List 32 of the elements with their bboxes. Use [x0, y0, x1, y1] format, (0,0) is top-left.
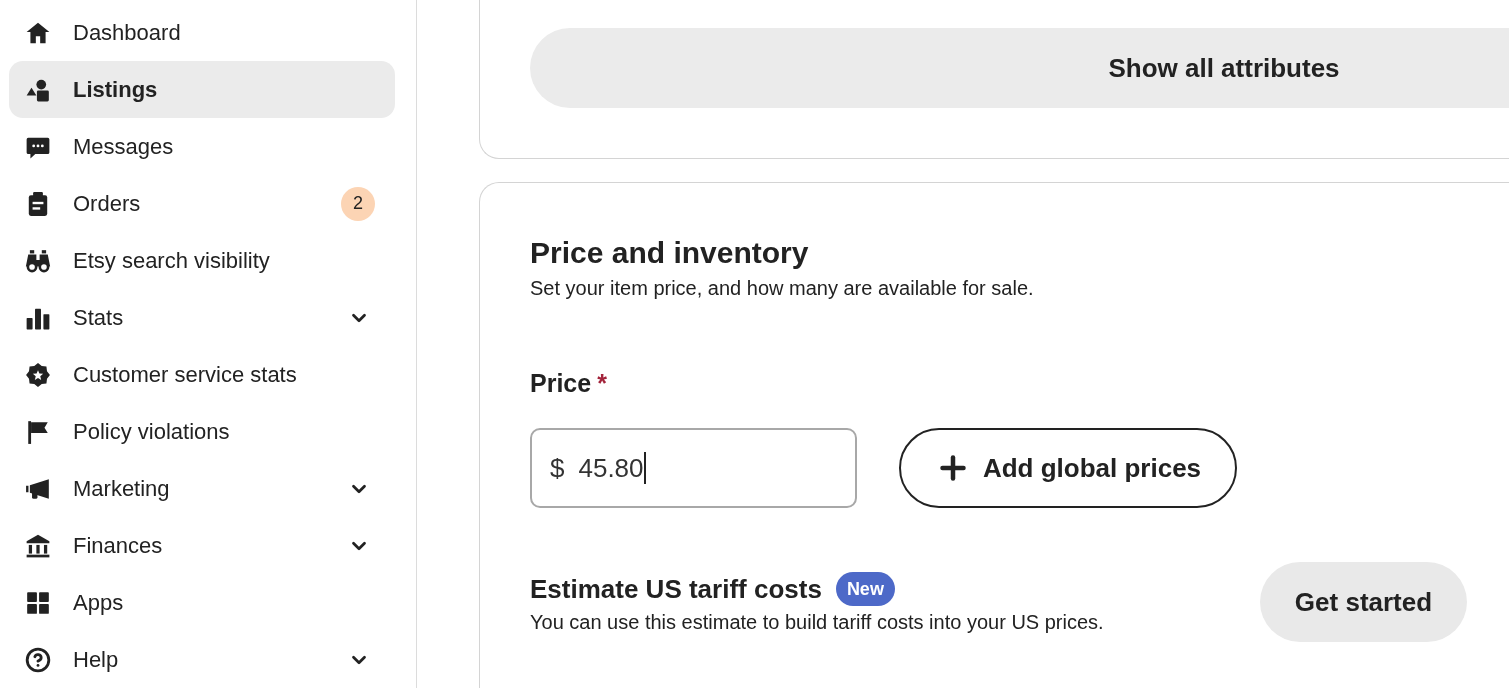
sidebar-item[interactable]: Apps [9, 574, 395, 631]
new-badge: New [835, 572, 895, 606]
binoculars-icon [25, 247, 51, 274]
add-global-prices-button[interactable]: Add global prices [899, 428, 1237, 508]
sidebar-item[interactable]: Finances [9, 517, 395, 574]
count-badge: 2 [341, 186, 375, 221]
star-badge-icon [25, 361, 51, 388]
field-label: Price [530, 368, 592, 399]
sidebar-item[interactable]: Policy violations [9, 403, 395, 460]
price-value: 45.80 [578, 451, 644, 485]
sidebar-item[interactable]: Help [9, 631, 395, 688]
sidebar-item[interactable]: Customer service stats [9, 346, 395, 403]
required-mark: * [597, 368, 607, 399]
get-started-button[interactable]: Get started [1260, 562, 1467, 642]
sidebar-item[interactable]: Listings [9, 61, 395, 118]
grid-icon [25, 589, 51, 616]
section-subtitle: Set your item price, and how many are available for sale. [530, 276, 1034, 301]
flag-icon [25, 418, 51, 445]
sidebar-item[interactable]: Orders 2 [9, 175, 395, 232]
sidebar-item[interactable]: Messages [9, 118, 395, 175]
section-title: Price and inventory [530, 235, 809, 271]
price-input[interactable]: $ 45.80 [530, 428, 857, 508]
sidebar-item[interactable]: Dashboard [9, 4, 395, 61]
help-icon [25, 646, 51, 673]
currency-symbol: $ [550, 451, 565, 485]
bank-icon [25, 532, 51, 559]
sidebar-item[interactable]: Stats [9, 289, 395, 346]
sidebar-item[interactable]: Marketing [9, 460, 395, 517]
show-all-attributes-button[interactable]: Show all attributes [530, 28, 1509, 108]
tariff-description: You can use this estimate to build tariff costs into your US prices. [530, 609, 1104, 635]
tariff-title: Estimate US tariff costs [530, 572, 822, 606]
sidebar-item[interactable]: Etsy search visibility [9, 232, 395, 289]
